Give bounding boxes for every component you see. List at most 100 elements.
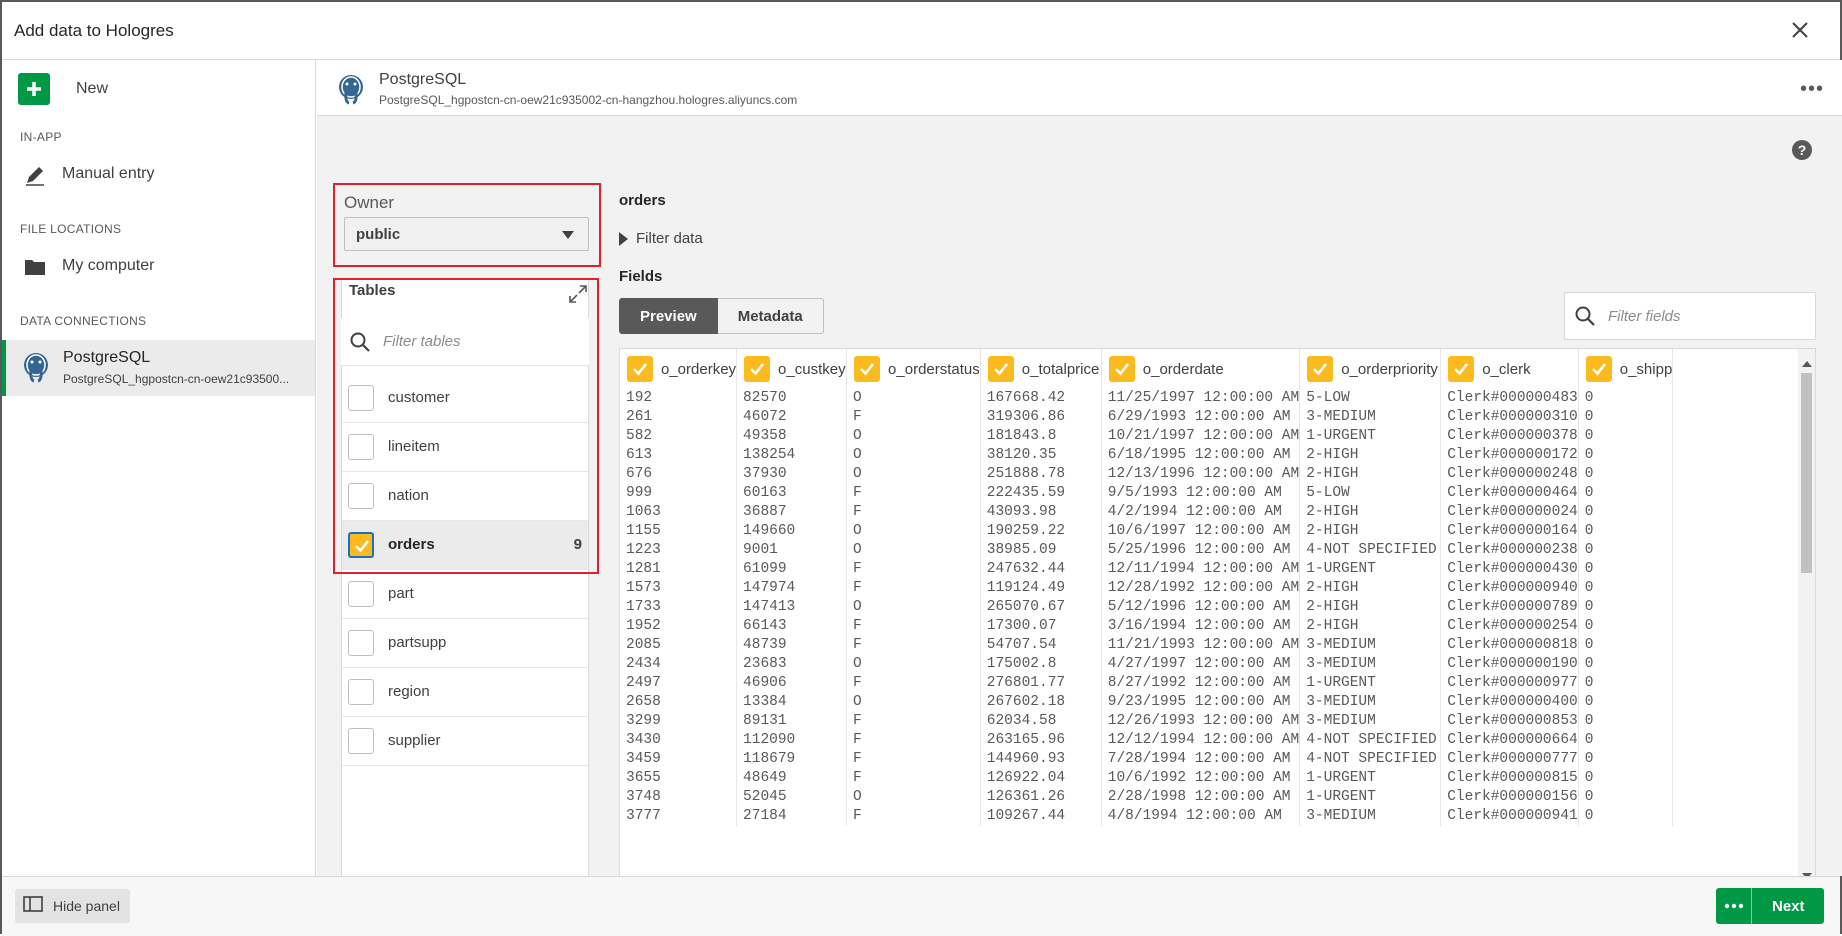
table-item-supplier[interactable]: supplier [342, 717, 588, 766]
column-header-label: o_orderdate [1142, 360, 1224, 378]
close-icon[interactable] [1788, 18, 1812, 42]
table-cell: 0 [1578, 769, 1674, 788]
table-cell: F [846, 636, 981, 655]
checkbox[interactable] [348, 728, 374, 754]
checkbox[interactable] [348, 532, 374, 558]
column-checkbox[interactable] [744, 356, 771, 382]
fields-filter-input[interactable] [1606, 306, 1806, 326]
column-header: o_orderkey [620, 349, 738, 389]
table-cell: 0 [1578, 807, 1674, 826]
table-item-orders[interactable]: orders 9 [342, 521, 588, 570]
search-icon [349, 331, 371, 353]
table-cell: 192 [620, 389, 738, 408]
table-cell: 1-URGENT [1299, 674, 1442, 693]
more-options-icon[interactable]: ••• [1800, 78, 1824, 101]
sidebar-item-postgresql[interactable]: PostgreSQL PostgreSQL_hgpostcn-cn-oew21c… [2, 340, 315, 396]
table-cell: 89131 [736, 712, 848, 731]
hide-panel-button[interactable]: Hide panel [15, 889, 130, 923]
column-header-label: o_clerk [1482, 360, 1531, 378]
column-checkbox[interactable] [854, 356, 881, 382]
table-row: 192 82570 O 167668.42 11/25/1997 12:00:00 AM… [620, 389, 1674, 408]
vertical-scrollbar[interactable] [1798, 349, 1815, 885]
checkbox[interactable] [348, 679, 374, 705]
tab-preview[interactable]: Preview [619, 298, 718, 334]
connection-header: PostgreSQL PostgreSQL_hgpostcn-cn-oew21c… [317, 60, 1842, 116]
table-cell: 9/5/1993 12:00:00 AM [1101, 484, 1301, 503]
connection-subtitle: PostgreSQL_hgpostcn-cn-oew21c93500... [63, 372, 290, 386]
table-cell: 2-HIGH [1299, 579, 1442, 598]
column-checkbox[interactable] [627, 356, 653, 382]
column-checkbox[interactable] [1307, 356, 1334, 382]
column-checkbox[interactable] [987, 356, 1014, 382]
checkbox[interactable] [348, 483, 374, 509]
table-item-region[interactable]: region [342, 668, 588, 717]
sidebar-item-manual-entry[interactable]: Manual entry [2, 154, 315, 194]
table-cell: 4/2/1994 12:00:00 AM [1101, 503, 1301, 522]
table-cell: 3655 [620, 769, 738, 788]
table-cell: 1-URGENT [1299, 560, 1442, 579]
filter-data-toggle[interactable]: Filter data [619, 230, 703, 247]
table-cell: 4-NOT SPECIFIED [1299, 750, 1442, 769]
table-item-part[interactable]: part [342, 570, 588, 619]
table-cell: 82570 [736, 389, 848, 408]
checkbox[interactable] [348, 581, 374, 607]
pencil-icon [24, 164, 46, 186]
tab-metadata[interactable]: Metadata [717, 298, 824, 334]
table-filter-input[interactable] [381, 332, 571, 351]
checkbox[interactable] [348, 385, 374, 411]
table-cell: F [846, 731, 981, 750]
owner-select[interactable]: public [344, 217, 589, 251]
table-cell: 2-HIGH [1299, 465, 1442, 484]
table-cell: 3777 [620, 807, 738, 826]
next-button[interactable]: Next [1716, 888, 1824, 924]
header-connection-name: PostgreSQL [379, 71, 467, 88]
table-cell: 2-HIGH [1299, 446, 1442, 465]
expand-icon[interactable] [567, 283, 589, 305]
main-panel: PostgreSQL PostgreSQL_hgpostcn-cn-oew21c… [317, 60, 1842, 908]
folder-icon [24, 256, 46, 278]
table-cell: 61099 [736, 560, 848, 579]
help-icon[interactable]: ? [1792, 140, 1812, 160]
column-checkbox[interactable] [1585, 356, 1612, 382]
table-cell: 27184 [736, 807, 848, 826]
table-item-customer[interactable]: customer [342, 374, 588, 423]
sidebar-item-my-computer[interactable]: My computer [2, 246, 315, 286]
table-cell: 4/8/1994 12:00:00 AM [1101, 807, 1301, 826]
more-options-icon[interactable] [1716, 888, 1752, 924]
checkbox[interactable] [348, 434, 374, 460]
column-checkbox[interactable] [1108, 356, 1135, 382]
table-row: 1952 66143 F 17300.07 3/16/1994 12:00:00 AM 2… [620, 617, 1674, 636]
table-cell: 0 [1578, 731, 1674, 750]
table-cell: 5/12/1996 12:00:00 AM [1101, 598, 1301, 617]
filter-data-label: Filter data [636, 230, 703, 247]
column-header-label: o_shipp [1619, 360, 1673, 378]
table-cell: 582 [620, 427, 738, 446]
chevron-down-icon [562, 231, 574, 239]
table-cell: 265070.67 [980, 598, 1102, 617]
table-cell: Clerk#000000310 [1440, 408, 1579, 427]
table-item-partsupp[interactable]: partsupp [342, 619, 588, 668]
table-item-lineitem[interactable]: lineitem [342, 423, 588, 472]
vertical-scroll-thumb[interactable] [1801, 373, 1812, 573]
table-cell: 23683 [736, 655, 848, 674]
title-bar: Add data to Hologres [2, 2, 1840, 60]
table-item-nation[interactable]: nation [342, 472, 588, 521]
column-checkbox[interactable] [1448, 356, 1475, 382]
hide-panel-label: Hide panel [53, 898, 120, 914]
table-cell: 38985.09 [980, 541, 1102, 560]
table-cell: Clerk#000000248 [1440, 465, 1579, 484]
table-cell: 6/18/1995 12:00:00 AM [1101, 446, 1301, 465]
table-cell: Clerk#000000777 [1440, 750, 1579, 769]
table-cell: 3748 [620, 788, 738, 807]
table-cell: 9001 [736, 541, 848, 560]
column-header-label: o_totalprice [1021, 360, 1100, 378]
preview-grid: o_orderkey o_custkey o_orderstatus o_totalp… [619, 348, 1816, 908]
table-cell: 8/27/1992 12:00:00 AM [1101, 674, 1301, 693]
section-file-locations: FILE LOCATIONS [20, 222, 122, 236]
table-cell: 261 [620, 408, 738, 427]
table-cell: 3-MEDIUM [1299, 408, 1442, 427]
table-cell: 4/27/1997 12:00:00 AM [1101, 655, 1301, 674]
new-button[interactable]: New [18, 72, 108, 106]
checkbox[interactable] [348, 630, 374, 656]
table-cell: O [846, 522, 981, 541]
